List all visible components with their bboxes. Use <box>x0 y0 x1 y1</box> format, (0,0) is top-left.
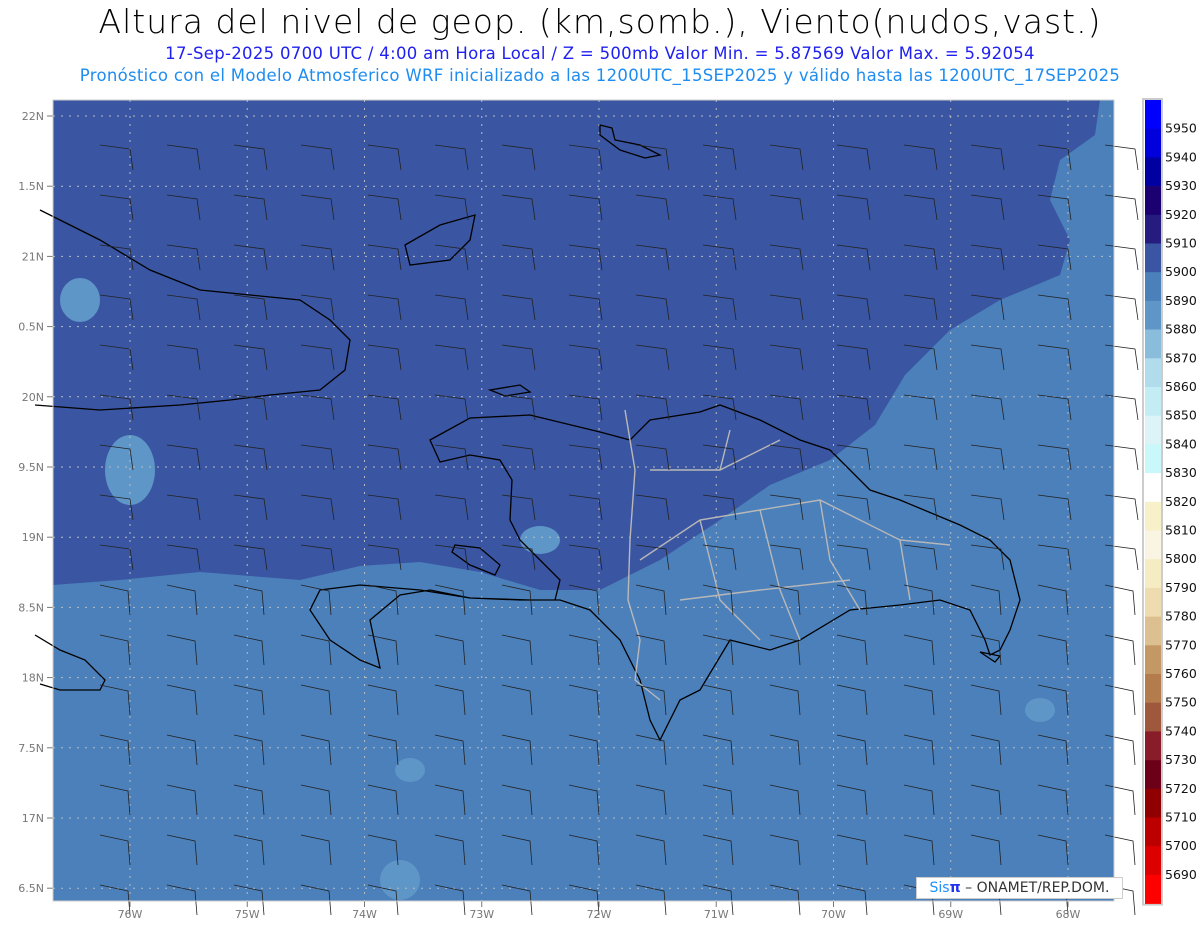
lat-label: 7.5N <box>18 742 44 755</box>
lat-label: 20N <box>22 391 44 404</box>
colorbar-swatch <box>1145 559 1161 589</box>
credit-brand-a: Sis <box>929 880 950 896</box>
colorbar-swatch <box>1145 444 1161 474</box>
colorbar-label: 5710 <box>1165 810 1197 825</box>
colorbar-swatch <box>1145 731 1161 761</box>
colorbar-swatch <box>1145 272 1161 302</box>
colorbar-swatch <box>1145 817 1161 847</box>
colorbar-label: 5700 <box>1165 838 1197 853</box>
colorbar-label: 5920 <box>1165 207 1197 222</box>
lon-label: 71W <box>704 908 729 921</box>
lat-label: 1.5N <box>18 180 44 193</box>
credit-text: – ONAMET/REP.DOM. <box>960 880 1110 896</box>
colorbar-swatch <box>1145 645 1161 675</box>
lon-label: 75W <box>235 908 260 921</box>
colorbar-label: 5780 <box>1165 609 1197 624</box>
lon-label: 72W <box>587 908 612 921</box>
colorbar-label: 5730 <box>1165 752 1197 767</box>
colorbar-swatch <box>1145 874 1161 904</box>
colorbar-label: 5940 <box>1165 149 1197 164</box>
lat-label: 21N <box>22 250 44 263</box>
colorbar-swatch <box>1145 846 1161 876</box>
colorbar-label: 5830 <box>1165 465 1197 480</box>
credit-box: Sisπ – ONAMET/REP.DOM. <box>916 877 1123 899</box>
lon-label: 68W <box>1056 908 1081 921</box>
colorbar-swatch <box>1145 788 1161 818</box>
lon-label: 74W <box>352 908 377 921</box>
lat-label: 9.5N <box>18 461 44 474</box>
colorbar-label: 5790 <box>1165 580 1197 595</box>
lon-label: 70W <box>821 908 846 921</box>
lat-label: 0.5N <box>18 321 44 334</box>
lat-label: 19N <box>22 531 44 544</box>
colorbar-swatch <box>1145 616 1161 646</box>
colorbar-swatch <box>1145 100 1161 129</box>
lat-label: 8.5N <box>18 601 44 614</box>
lat-label: 22N <box>22 110 44 123</box>
colorbar: 5950 5940 5930 5920 5910 5900 5890 5880 5870 5860… <box>1142 98 1197 906</box>
colorbar-label: 5690 <box>1165 867 1197 882</box>
lat-label: 17N <box>22 812 44 825</box>
colorbar-swatch <box>1145 329 1161 359</box>
colorbar-swatch <box>1145 214 1161 244</box>
colorbar-swatch <box>1145 702 1161 732</box>
colorbar-label: 5750 <box>1165 695 1197 710</box>
forecast-info: Pronóstico con el Modelo Atmosferico WRF… <box>79 66 1121 85</box>
colorbar-swatch <box>1145 300 1161 330</box>
colorbar-label: 5880 <box>1165 322 1197 337</box>
colorbar-label: 5820 <box>1165 494 1197 509</box>
colorbar-label: 5810 <box>1165 523 1197 538</box>
colorbar-label: 5870 <box>1165 350 1197 365</box>
colorbar-swatch <box>1145 387 1161 416</box>
colorbar-swatch <box>1145 674 1161 703</box>
colorbar-swatch <box>1145 760 1161 790</box>
lon-label: 76W <box>118 908 143 921</box>
geopotential-map: 22N 1.5N 21N 0.5N 20N 9.5N 19N 8.5N 18N 7.5N 17N 6.… <box>18 98 1197 921</box>
colorbar-label: 5770 <box>1165 637 1197 652</box>
colorbar-label: 5930 <box>1165 178 1197 193</box>
colorbar-label: 5840 <box>1165 436 1197 451</box>
colorbar-label: 5910 <box>1165 236 1197 251</box>
colorbar-label: 5760 <box>1165 666 1197 681</box>
lat-label: 18N <box>22 672 44 685</box>
colorbar-swatch <box>1145 415 1161 445</box>
colorbar-label: 5740 <box>1165 723 1197 738</box>
colorbar-swatch <box>1145 530 1161 560</box>
colorbar-swatch <box>1145 358 1161 388</box>
colorbar-label: 5850 <box>1165 408 1197 423</box>
lon-label: 69W <box>938 908 963 921</box>
colorbar-swatch <box>1145 587 1161 617</box>
colorbar-label: 5860 <box>1165 379 1197 394</box>
colorbar-label: 5950 <box>1165 121 1197 136</box>
colorbar-label: 5890 <box>1165 293 1197 308</box>
map-title: Altura del nivel de geop. (km,somb.), Vi… <box>98 2 1102 41</box>
colorbar-swatch <box>1145 473 1161 503</box>
valid-time-subtitle: 17-Sep-2025 0700 UTC / 4:00 am Hora Loca… <box>165 44 1035 63</box>
colorbar-swatch <box>1145 243 1161 273</box>
credit-brand-b: π <box>949 880 961 896</box>
colorbar-label: 5900 <box>1165 264 1197 279</box>
colorbar-label: 5800 <box>1165 551 1197 566</box>
lat-label: 6.5N <box>18 882 44 895</box>
colorbar-swatch <box>1145 157 1161 187</box>
colorbar-label: 5720 <box>1165 781 1197 796</box>
colorbar-swatch <box>1145 128 1161 158</box>
colorbar-swatch <box>1145 501 1161 531</box>
lon-label: 73W <box>469 908 494 921</box>
colorbar-swatch <box>1145 186 1161 216</box>
